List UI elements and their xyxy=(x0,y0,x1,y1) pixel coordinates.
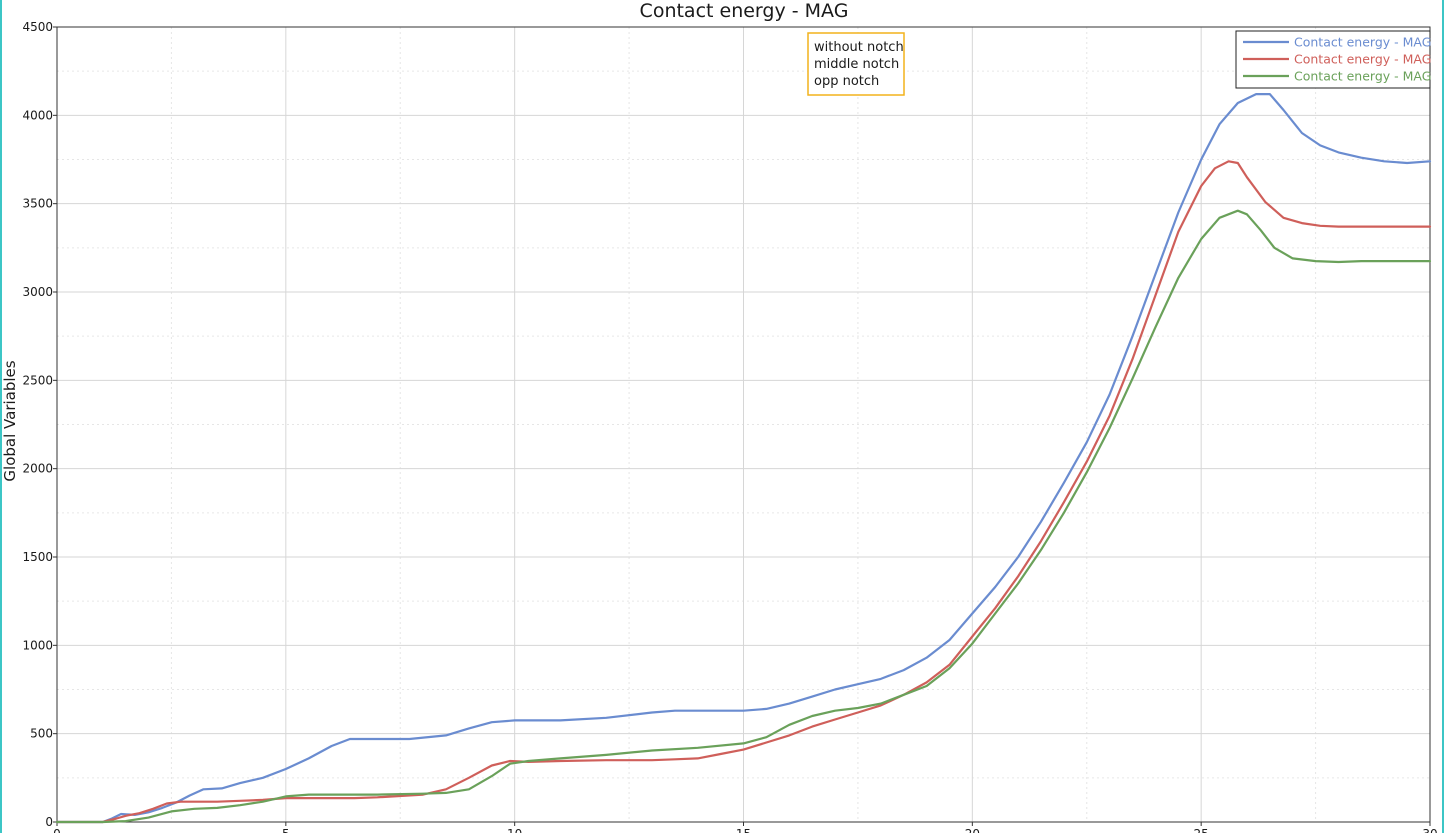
y-tick-label: 4000 xyxy=(22,108,53,122)
x-axis-ticks: 0 5 10 15 20 25 30 xyxy=(53,822,1438,833)
x-tick-label: 10 xyxy=(507,827,522,833)
y-tick-label: 3500 xyxy=(22,197,53,211)
y-axis-ticks: 0 500 1000 1500 2000 2500 3000 3500 4000 4500 xyxy=(22,20,57,829)
legend-entry: Contact energy - MAG xyxy=(1294,35,1431,50)
x-tick-label: 25 xyxy=(1194,827,1209,833)
x-tick-label: 20 xyxy=(965,827,980,833)
annotation-line: middle notch xyxy=(814,57,899,72)
x-tick-label: 30 xyxy=(1422,827,1437,833)
y-tick-label: 4500 xyxy=(22,20,53,34)
x-tick-label: 0 xyxy=(53,827,61,833)
legend: Contact energy - MAG Contact energy - MAG… xyxy=(1235,30,1431,89)
chart-title: Contact energy - MAG xyxy=(640,0,849,22)
line-chart: Contact energy - MAG Global Variables 0 5… xyxy=(1,0,1438,833)
annotation-line: opp notch xyxy=(814,74,879,89)
y-axis-label: Global Variables xyxy=(1,360,19,481)
x-tick-label: 15 xyxy=(736,827,751,833)
x-tick-label: 5 xyxy=(282,827,290,833)
y-tick-label: 1500 xyxy=(22,550,53,564)
annotation-box: without notch middle notch opp notch xyxy=(807,32,905,96)
y-tick-label: 3000 xyxy=(22,285,53,299)
legend-entry: Contact energy - MAG xyxy=(1294,69,1431,84)
y-tick-label: 2000 xyxy=(22,462,53,476)
y-tick-label: 500 xyxy=(30,727,53,741)
y-tick-label: 2500 xyxy=(22,373,53,387)
y-tick-label: 1000 xyxy=(22,638,53,652)
annotation-line: without notch xyxy=(814,40,904,55)
legend-entry: Contact energy - MAG xyxy=(1294,52,1431,67)
y-tick-label: 0 xyxy=(45,815,53,829)
